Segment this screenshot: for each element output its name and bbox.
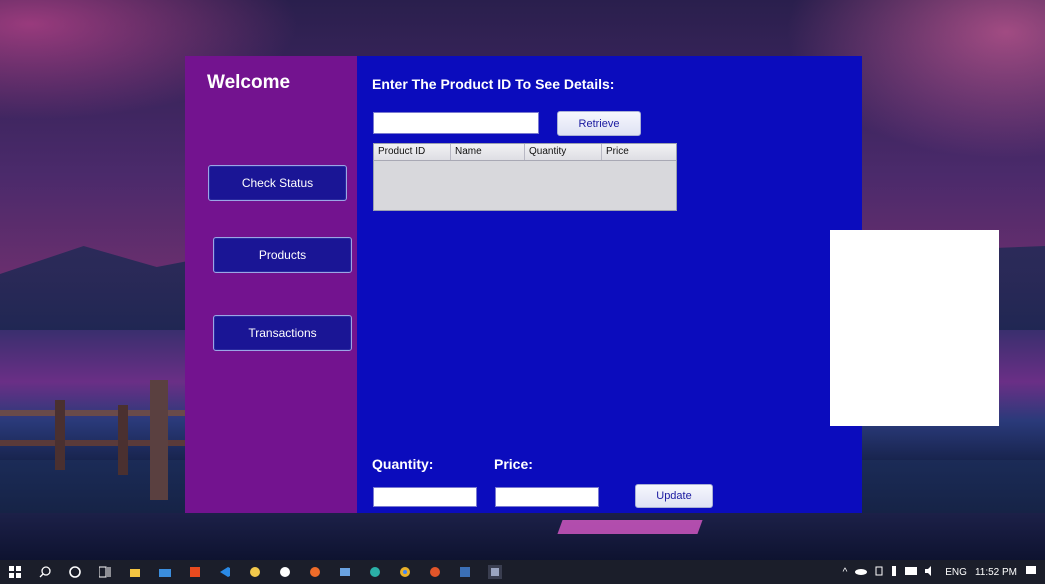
store-icon[interactable]: [128, 565, 142, 579]
wallpaper-fence-post: [150, 380, 168, 500]
quantity-input[interactable]: [373, 487, 477, 507]
app-icon[interactable]: [278, 565, 292, 579]
product-id-heading: Enter The Product ID To See Details:: [372, 76, 615, 92]
table-header: Product ID Name Quantity Price: [374, 144, 676, 161]
products-button[interactable]: Products: [213, 237, 352, 273]
edge-icon[interactable]: [368, 565, 382, 579]
app-icon[interactable]: [248, 565, 262, 579]
product-id-input[interactable]: [373, 112, 539, 134]
sidebar: Welcome Check Status Products Transactio…: [185, 56, 357, 513]
language-indicator[interactable]: ENG: [945, 567, 967, 578]
taskbar: ^ ENG 11:52 PM: [0, 560, 1045, 584]
notifications-icon[interactable]: [1025, 565, 1037, 580]
product-details-table[interactable]: Product ID Name Quantity Price: [373, 143, 677, 211]
quantity-label: Quantity:: [372, 456, 434, 472]
cortana-icon[interactable]: [68, 565, 82, 579]
office-icon[interactable]: [188, 565, 202, 579]
app-icon[interactable]: [428, 565, 442, 579]
main-panel: Enter The Product ID To See Details: Ret…: [357, 56, 999, 513]
chevron-up-icon[interactable]: ^: [843, 567, 848, 578]
windows-start-icon[interactable]: [8, 565, 22, 579]
app-icon[interactable]: [308, 565, 322, 579]
onedrive-icon[interactable]: [855, 567, 868, 578]
price-label: Price:: [494, 456, 533, 472]
vscode-icon[interactable]: [218, 565, 232, 579]
app-tray-icon[interactable]: [875, 566, 883, 579]
mail-icon[interactable]: [158, 565, 172, 579]
system-tray: ^ ENG 11:52 PM: [843, 560, 1037, 584]
wallpaper-fence-post: [55, 400, 65, 470]
usb-icon[interactable]: [891, 565, 897, 579]
wallpaper-fence-post: [118, 405, 128, 475]
check-status-button[interactable]: Check Status: [208, 165, 347, 201]
search-icon[interactable]: [38, 565, 52, 579]
product-image-box: [830, 230, 999, 426]
task-view-icon[interactable]: [98, 565, 112, 579]
clock[interactable]: 11:52 PM: [975, 567, 1017, 578]
welcome-title: Welcome: [207, 72, 291, 93]
column-header-name[interactable]: Name: [451, 144, 525, 160]
app-window: Welcome Check Status Products Transactio…: [185, 56, 999, 513]
price-input[interactable]: [495, 487, 599, 507]
update-button[interactable]: Update: [635, 484, 713, 508]
network-icon[interactable]: [905, 566, 918, 578]
app-icon[interactable]: [458, 565, 472, 579]
wallpaper-reflection: [557, 520, 703, 534]
chrome-icon[interactable]: [398, 565, 412, 579]
column-header-price[interactable]: Price: [602, 144, 676, 160]
retrieve-button[interactable]: Retrieve: [557, 111, 641, 136]
transactions-button[interactable]: Transactions: [213, 315, 352, 351]
java-icon[interactable]: [488, 565, 502, 579]
column-header-product-id[interactable]: Product ID: [374, 144, 451, 160]
volume-icon[interactable]: [925, 565, 937, 579]
column-header-quantity[interactable]: Quantity: [525, 144, 602, 160]
app-icon[interactable]: [338, 565, 352, 579]
wallpaper-ground: [0, 513, 1045, 560]
